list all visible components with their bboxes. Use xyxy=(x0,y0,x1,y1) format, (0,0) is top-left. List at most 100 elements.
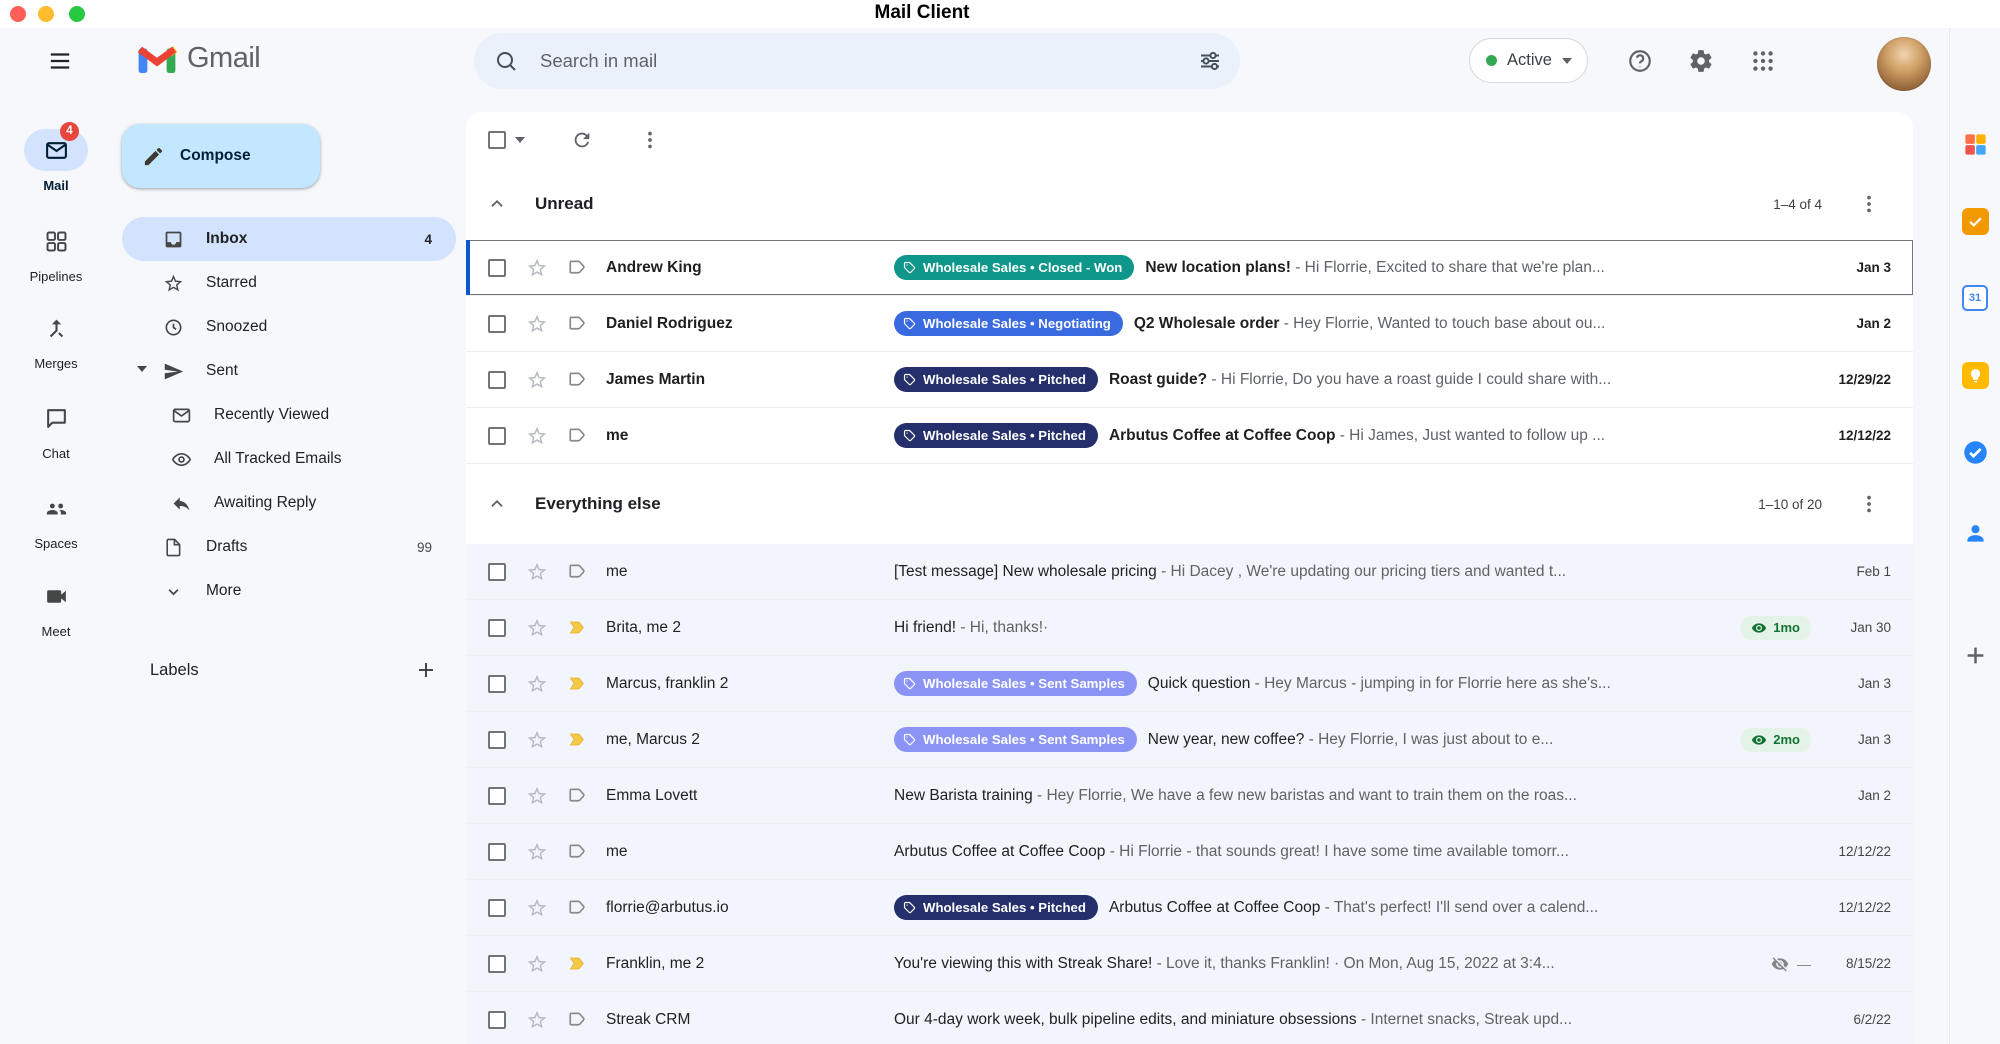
sidebar-item-all-tracked-emails[interactable]: All Tracked Emails xyxy=(122,437,456,481)
pipeline-stage-badge[interactable]: Wholesale Sales • Pitched xyxy=(894,423,1098,448)
email-row[interactable]: Daniel Rodriguez Wholesale Sales • Negot… xyxy=(466,296,1913,352)
row-checkbox[interactable] xyxy=(478,787,516,805)
rail-item-spaces[interactable]: Spaces xyxy=(0,487,112,551)
minimize-button[interactable] xyxy=(38,6,54,22)
refresh-icon[interactable] xyxy=(571,129,593,151)
streak-status-dropdown[interactable]: Active xyxy=(1469,38,1588,83)
settings-gear-icon[interactable] xyxy=(1679,39,1723,83)
email-row[interactable]: Streak CRM Our 4-day work week, bulk pip… xyxy=(466,992,1913,1044)
select-all-checkbox[interactable] xyxy=(488,131,506,149)
contacts-person-icon[interactable] xyxy=(1950,520,2000,547)
pipeline-stage-badge[interactable]: Wholesale Sales • Closed - Won xyxy=(894,255,1134,280)
sidebar-item-starred[interactable]: Starred xyxy=(122,261,456,305)
email-row[interactable]: Marcus, franklin 2 Wholesale Sales • Sen… xyxy=(466,656,1913,712)
email-row[interactable]: me Wholesale Sales • Pitched Arbutus Cof… xyxy=(466,408,1913,464)
zoom-button[interactable] xyxy=(69,6,85,22)
pipeline-stage-badge[interactable]: Wholesale Sales • Pitched xyxy=(894,367,1098,392)
streak-grid-icon[interactable] xyxy=(1950,131,2000,158)
streak-box-icon[interactable] xyxy=(557,313,598,334)
row-checkbox[interactable] xyxy=(478,675,516,693)
sidebar-item-awaiting-reply[interactable]: Awaiting Reply xyxy=(122,481,456,525)
streak-box-icon[interactable] xyxy=(557,841,598,862)
search-icon[interactable] xyxy=(484,39,528,83)
sidebar-item-drafts[interactable]: Drafts 99 xyxy=(122,525,456,569)
star-icon[interactable] xyxy=(516,785,557,807)
streak-box-icon[interactable] xyxy=(557,425,598,446)
help-icon[interactable] xyxy=(1618,39,1662,83)
star-icon[interactable] xyxy=(516,257,557,279)
tasks-check-icon[interactable] xyxy=(1950,439,2000,466)
expand-caret-icon[interactable] xyxy=(137,366,147,372)
streak-box-icon[interactable] xyxy=(557,897,598,918)
rail-item-meet[interactable]: Meet xyxy=(0,575,112,639)
keep-bulb-icon[interactable] xyxy=(1950,362,2000,389)
row-checkbox[interactable] xyxy=(478,315,516,333)
add-label-icon[interactable] xyxy=(414,658,438,682)
row-checkbox[interactable] xyxy=(478,843,516,861)
email-row[interactable]: Andrew King Wholesale Sales • Closed - W… xyxy=(466,240,1913,296)
pipeline-stage-badge[interactable]: Wholesale Sales • Sent Samples xyxy=(894,727,1137,752)
pipeline-stage-badge[interactable]: Wholesale Sales • Negotiating xyxy=(894,311,1123,336)
row-checkbox[interactable] xyxy=(478,259,516,277)
profile-avatar[interactable] xyxy=(1877,37,1931,91)
row-checkbox[interactable] xyxy=(478,955,516,973)
sidebar-item-more[interactable]: More xyxy=(122,569,456,613)
email-row[interactable]: me [Test message] New wholesale pricing … xyxy=(466,544,1913,600)
chevron-up-icon[interactable] xyxy=(486,193,508,215)
pipeline-stage-badge[interactable]: Wholesale Sales • Pitched xyxy=(894,895,1098,920)
row-checkbox[interactable] xyxy=(478,731,516,749)
star-icon[interactable] xyxy=(516,841,557,863)
star-icon[interactable] xyxy=(516,313,557,335)
streak-box-icon[interactable] xyxy=(557,785,598,806)
sidebar-item-snoozed[interactable]: Snoozed xyxy=(122,305,456,349)
streak-box-icon[interactable] xyxy=(557,369,598,390)
star-icon[interactable] xyxy=(516,729,557,751)
email-row[interactable]: Brita, me 2 Hi friend! - Hi, thanks!· 1m… xyxy=(466,600,1913,656)
importance-marker-icon[interactable] xyxy=(557,617,598,638)
star-icon[interactable] xyxy=(516,561,557,583)
importance-marker-icon[interactable] xyxy=(557,673,598,694)
rail-item-pipelines[interactable]: Pipelines xyxy=(0,220,112,284)
streak-box-icon[interactable] xyxy=(557,257,598,278)
row-checkbox[interactable] xyxy=(478,563,516,581)
rail-item-chat[interactable]: Chat xyxy=(0,397,112,461)
star-icon[interactable] xyxy=(516,897,557,919)
close-button[interactable] xyxy=(10,6,26,22)
more-options-icon[interactable] xyxy=(1858,193,1880,215)
search-input[interactable]: Search in mail xyxy=(474,33,1240,89)
sidebar-item-inbox[interactable]: Inbox 4 xyxy=(122,217,456,261)
orange-check-icon[interactable] xyxy=(1950,208,2000,235)
pipeline-stage-badge[interactable]: Wholesale Sales • Sent Samples xyxy=(894,671,1137,696)
importance-marker-icon[interactable] xyxy=(557,729,598,750)
sidebar-item-sent[interactable]: Sent xyxy=(122,349,456,393)
star-icon[interactable] xyxy=(516,369,557,391)
streak-box-icon[interactable] xyxy=(557,561,598,582)
star-icon[interactable] xyxy=(516,1009,557,1031)
sidebar-item-recently-viewed[interactable]: Recently Viewed xyxy=(122,393,456,437)
more-options-icon[interactable] xyxy=(1858,493,1880,515)
rail-item-merges[interactable]: Merges xyxy=(0,307,112,371)
importance-marker-icon[interactable] xyxy=(557,953,598,974)
row-checkbox[interactable] xyxy=(478,899,516,917)
more-options-icon[interactable] xyxy=(639,129,661,151)
select-dropdown-icon[interactable] xyxy=(515,137,525,143)
email-row[interactable]: me, Marcus 2 Wholesale Sales • Sent Samp… xyxy=(466,712,1913,768)
star-icon[interactable] xyxy=(516,425,557,447)
plus-icon[interactable] xyxy=(1950,642,2000,669)
star-icon[interactable] xyxy=(516,617,557,639)
email-row[interactable]: me Arbutus Coffee at Coffee Coop - Hi Fl… xyxy=(466,824,1913,880)
row-checkbox[interactable] xyxy=(478,619,516,637)
row-checkbox[interactable] xyxy=(478,1011,516,1029)
google-apps-grid-icon[interactable] xyxy=(1741,39,1785,83)
row-checkbox[interactable] xyxy=(478,427,516,445)
email-row[interactable]: Franklin, me 2 You're viewing this with … xyxy=(466,936,1913,992)
rail-item-mail[interactable]: 4 Mail xyxy=(0,129,112,193)
streak-box-icon[interactable] xyxy=(557,1009,598,1030)
star-icon[interactable] xyxy=(516,953,557,975)
star-icon[interactable] xyxy=(516,673,557,695)
calendar-icon[interactable]: 31 xyxy=(1950,285,2000,311)
search-options-icon[interactable] xyxy=(1188,39,1232,83)
chevron-up-icon[interactable] xyxy=(486,493,508,515)
compose-button[interactable]: Compose xyxy=(122,124,320,188)
email-row[interactable]: florrie@arbutus.io Wholesale Sales • Pit… xyxy=(466,880,1913,936)
